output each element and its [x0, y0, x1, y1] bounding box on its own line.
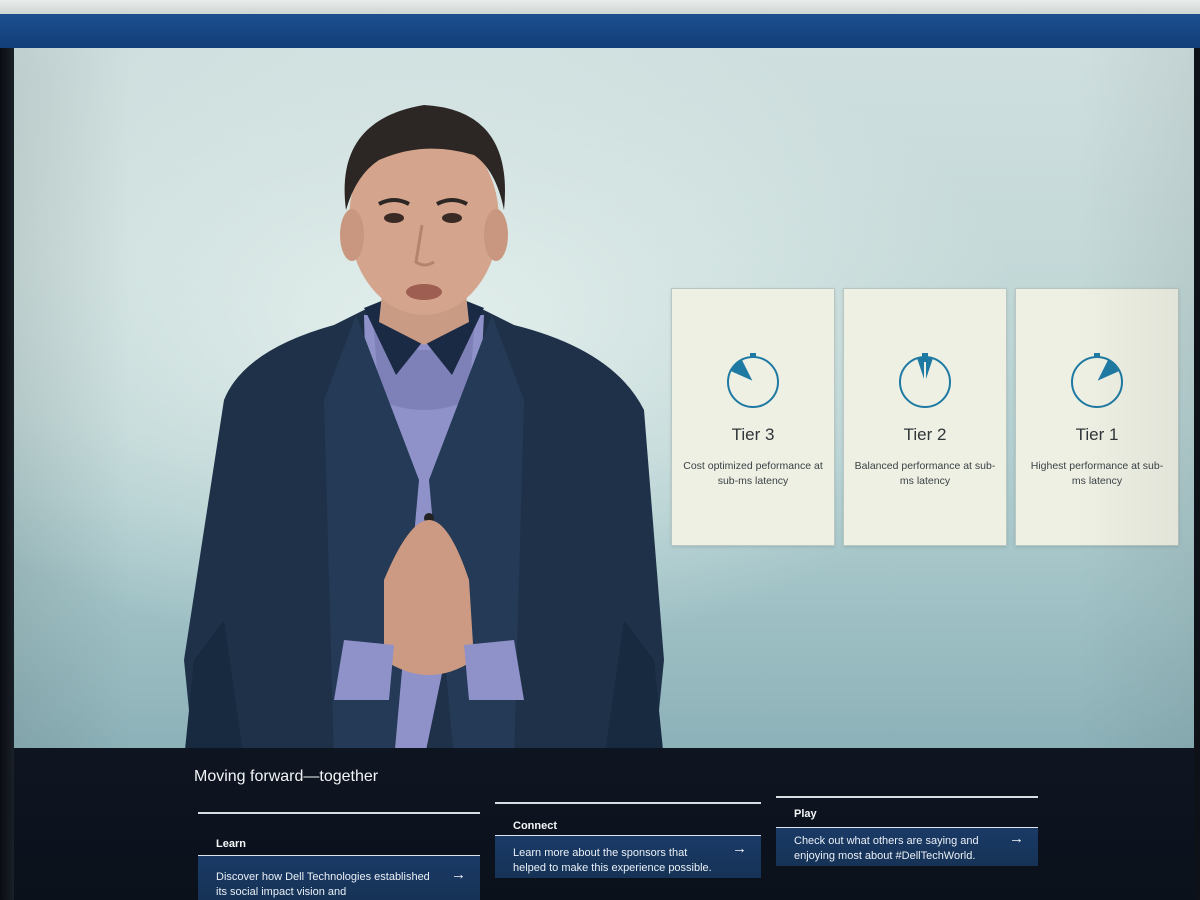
tier-card-3: Tier 3 Cost optimized peformance at sub-…	[671, 288, 835, 546]
divider	[495, 802, 761, 804]
tier-description: Balanced performance at sub-ms latency	[854, 460, 996, 487]
tier-name: Tier 1	[1075, 425, 1119, 444]
arrow-right-icon[interactable]: →	[451, 866, 466, 883]
tier-name: Tier 2	[903, 425, 947, 444]
speedometer-high-icon	[1071, 353, 1123, 408]
tier-card-2: Tier 2 Balanced performance at sub-ms la…	[843, 288, 1007, 546]
learn-card[interactable]: Learn Discover how Dell Technologies est…	[198, 812, 480, 900]
play-card[interactable]: Play Check out what others are saying an…	[776, 796, 1038, 866]
card-description: Learn more about the sponsors that helpe…	[513, 847, 712, 874]
card-link-box[interactable]: Discover how Dell Technologies establish…	[198, 855, 480, 900]
tier-name: Tier 3	[731, 425, 775, 444]
bottom-panel: Moving forward—together Learn Discover h…	[14, 748, 1194, 900]
arrow-right-icon[interactable]: →	[732, 840, 747, 857]
card-link-box[interactable]: Check out what others are saying and enj…	[776, 827, 1038, 866]
card-label: Learn	[216, 838, 246, 850]
divider	[776, 796, 1038, 798]
card-label: Play	[794, 808, 817, 820]
tier-card-1: Tier 1 Highest performance at sub-ms lat…	[1015, 288, 1179, 546]
video-player[interactable]: Tier 3 Cost optimized peformance at sub-…	[14, 48, 1194, 748]
tier-description: Highest performance at sub-ms latency	[1030, 460, 1164, 487]
section-title: Moving forward—together	[194, 768, 379, 785]
connect-card[interactable]: Connect Learn more about the sponsors th…	[495, 802, 761, 878]
arrow-right-icon[interactable]: →	[1009, 830, 1024, 847]
card-label: Connect	[513, 820, 557, 832]
divider	[198, 812, 480, 814]
browser-top-bar	[0, 14, 1200, 48]
speedometer-mid-icon	[899, 353, 951, 408]
card-description: Check out what others are saying and enj…	[794, 835, 979, 862]
card-link-box[interactable]: Learn more about the sponsors that helpe…	[495, 835, 761, 878]
speedometer-low-icon	[727, 353, 779, 408]
room-wall	[0, 0, 1200, 14]
monitor-bezel-left	[0, 48, 14, 900]
presenter-figure	[184, 105, 664, 748]
card-description: Discover how Dell Technologies establish…	[216, 871, 430, 898]
tier-description: Cost optimized peformance at sub-ms late…	[683, 460, 823, 487]
